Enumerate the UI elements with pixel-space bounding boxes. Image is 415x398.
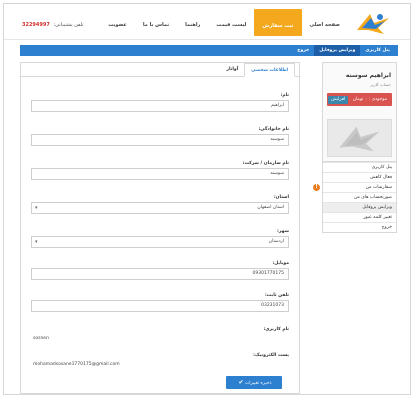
page-frame: صفحه اصلی ثبت سفارش لیست قیمت راهنما تما… [3, 3, 411, 395]
sidebar-item-label: فعال کاهش [369, 175, 392, 180]
user-subtitle: حساب کاربر [370, 82, 391, 87]
first-name-input[interactable]: ابراهیم [31, 100, 289, 112]
last-name-input[interactable]: سوسنه [31, 134, 289, 146]
email-group: پست الکترونیک: mohamadsosane1770175@gmai… [31, 351, 289, 370]
sidebar-item-my-invoices[interactable]: صورتحساب های من [323, 192, 396, 202]
increase-credit-button[interactable]: افزایش [328, 96, 349, 104]
sidebar-item-logout[interactable]: خروج [323, 222, 396, 232]
sidebar-item-label: تغییر کلمه عبور [363, 215, 392, 220]
nav-price-list[interactable]: لیست قیمت [208, 14, 254, 36]
sidebar-item-label: خروج [381, 225, 392, 230]
nav-home[interactable]: صفحه اصلی [302, 14, 348, 36]
city-label: شهر: [277, 229, 289, 234]
sidebar-item-change-password[interactable]: تغییر کلمه عبور [323, 212, 396, 222]
site-logo[interactable] [354, 10, 392, 36]
credit-text: موجودی : ۰ تومان [352, 97, 387, 102]
support-number[interactable]: 32294997 [22, 22, 50, 28]
save-label: ذخیره تغییرات [244, 381, 272, 386]
profile-form-panel: اطلاعات شخصی آواتار نام: ابراهیم نام خان… [20, 62, 300, 394]
user-toolbar: پنل کاربری ویرایش پروفایل خروج [20, 45, 398, 56]
sidebar-item-label: صورتحساب های من [353, 195, 392, 200]
user-name: ابراهیم سوسنه [345, 72, 391, 79]
mobile-group: موبایل: 09301770175 [31, 259, 289, 280]
sidebar-item-label: پنل کاربری [371, 165, 392, 170]
mobile-label: موبایل: [272, 261, 290, 266]
first-name-label: نام: [280, 93, 289, 98]
sidebar-item-edit-profile[interactable]: ویرایش پروفایل [323, 202, 396, 212]
toolbar-user-panel[interactable]: پنل کاربری [360, 45, 395, 56]
province-label: استان: [273, 195, 289, 200]
province-select[interactable]: استان اصفهان [31, 202, 289, 214]
credit-box: موجودی : ۰ تومان افزایش [327, 93, 392, 106]
profile-card: ابراهیم سوسنه حساب کاربر موجودی : ۰ توما… [322, 62, 397, 162]
email-label: پست الکترونیک: [253, 353, 289, 358]
sidebar-item-user-panel[interactable]: پنل کاربری [323, 162, 396, 172]
sidebar-item-activity[interactable]: فعال کاهش [323, 172, 396, 182]
username-label: نام کاربری: [263, 327, 289, 332]
check-icon: ✔ [238, 379, 244, 386]
city-select[interactable]: اردستان [31, 236, 289, 248]
tab-avatar[interactable]: آواتار [220, 63, 244, 76]
nav-guide[interactable]: راهنما [177, 14, 208, 36]
support-phone: تلفن پشتیبانی: 32294997 [22, 22, 84, 28]
username-value: sosnen [33, 336, 49, 341]
tab-personal-info[interactable]: اطلاعات شخصی [244, 63, 295, 77]
nav-contact[interactable]: تماس با ما [135, 14, 177, 36]
sidebar-item-my-orders[interactable]: سفارشات من! [313, 182, 396, 192]
sidebar-item-label: سفارشات من [365, 185, 392, 190]
phone-label: تلفن ثابت: [264, 293, 289, 298]
mobile-input[interactable]: 09301770175 [31, 268, 289, 280]
site-header: صفحه اصلی ثبت سفارش لیست قیمت راهنما تما… [4, 4, 410, 40]
sidebar-menu: پنل کاربری فعال کاهش سفارشات من! صورتحسا… [313, 162, 397, 233]
company-label: نام سازمان / شرکت: [242, 161, 289, 166]
save-changes-button[interactable]: ذخیره تغییرات ✔ [226, 376, 282, 389]
user-sidebar: ابراهیم سوسنه حساب کاربر موجودی : ۰ توما… [313, 62, 397, 233]
nav-membership[interactable]: عضویت [100, 14, 135, 36]
nav-order[interactable]: ثبت سفارش [254, 9, 302, 36]
avatar [327, 119, 392, 157]
phone-input[interactable]: 03231073 [31, 300, 289, 312]
phone-group: تلفن ثابت: 03231073 [31, 291, 289, 312]
last-name-label: نام خانوادگی: [258, 127, 289, 132]
last-name-group: نام خانوادگی: سوسنه [31, 125, 289, 146]
top-navigation: صفحه اصلی ثبت سفارش لیست قیمت راهنما تما… [100, 9, 348, 36]
warning-icon: ! [313, 184, 320, 191]
company-group: نام سازمان / شرکت: سوسنه [31, 159, 289, 180]
first-name-group: نام: ابراهیم [31, 91, 289, 112]
city-group: شهر: اردستان [31, 227, 289, 248]
username-group: نام کاربری: sosnen [31, 325, 289, 344]
email-value: mohamadsosane1770175@gmail.com [33, 362, 120, 367]
support-label: تلفن پشتیبانی: [53, 22, 84, 28]
company-input[interactable]: سوسنه [31, 168, 289, 180]
toolbar-edit-profile[interactable]: ویرایش پروفایل [314, 45, 361, 56]
province-group: استان: استان اصفهان [31, 193, 289, 214]
sidebar-item-label: ویرایش پروفایل [362, 205, 392, 210]
toolbar-logout[interactable]: خروج [292, 45, 314, 56]
profile-tabs: اطلاعات شخصی آواتار [21, 63, 299, 77]
avatar-logo-icon [339, 126, 380, 152]
